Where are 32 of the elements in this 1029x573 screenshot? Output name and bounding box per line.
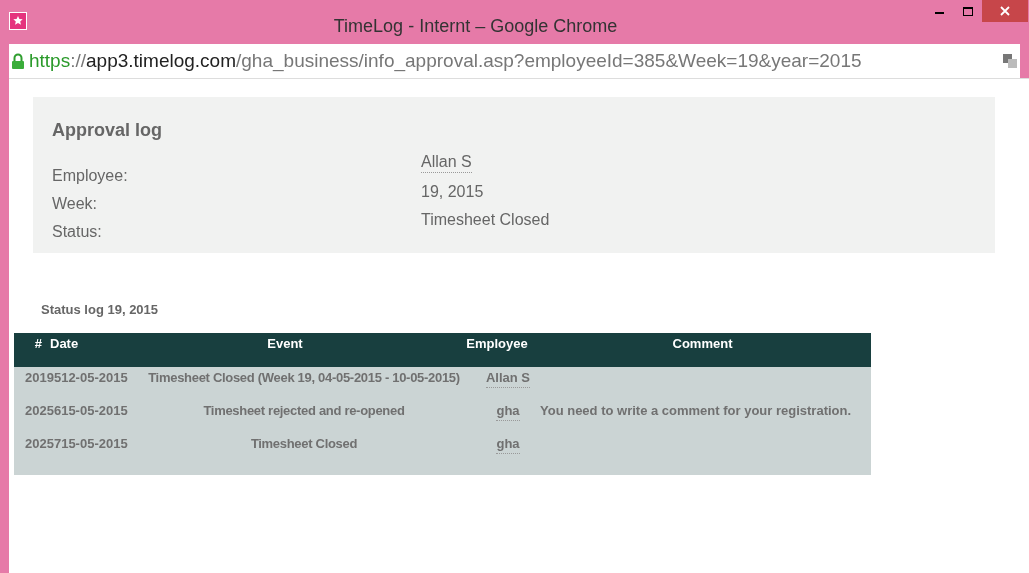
employee-link[interactable]: Allan S xyxy=(421,152,472,173)
table-cell-text: 20257 xyxy=(25,434,62,453)
column-header: # xyxy=(33,334,43,353)
table-cell-text: 15-05-2015 xyxy=(61,401,128,420)
employee-link[interactable]: gha xyxy=(496,433,520,454)
table-cell-text: Timesheet Closed (Week 19, 04-05-2015 - 10-05-2015) xyxy=(147,368,461,387)
panel-title: Approval log xyxy=(52,119,163,142)
column-header: Comment xyxy=(671,334,734,353)
column-header: Event xyxy=(266,334,304,353)
table-cell-text: You need to write a comment for your registration. xyxy=(540,401,852,420)
table-cell-text: 20256 xyxy=(25,401,62,420)
employee-link[interactable]: Allan S xyxy=(485,367,531,388)
column-header: Employee xyxy=(465,334,529,353)
status-log-title: Status log 19, 2015 xyxy=(41,301,160,319)
field-value: 19, 2015 xyxy=(421,182,484,202)
employee-link[interactable]: gha xyxy=(496,400,520,421)
table-cell-text: 12-05-2015 xyxy=(61,368,128,387)
column-header: Date xyxy=(50,334,80,353)
field-label: Employee: xyxy=(52,166,129,186)
table-cell-text: Timesheet rejected and re-opened xyxy=(202,401,406,420)
field-label: Status: xyxy=(52,222,103,242)
table-cell-text: Timesheet Closed xyxy=(249,434,359,453)
close-icon xyxy=(1000,6,1010,16)
translate-icon[interactable] xyxy=(1002,53,1018,69)
field-label: Week: xyxy=(52,194,99,214)
table-cell-text: 15-05-2015 xyxy=(61,434,128,453)
lock-icon xyxy=(11,52,25,70)
app-icon xyxy=(9,12,27,30)
table-cell-text: 20195 xyxy=(25,368,62,387)
close-button[interactable] xyxy=(982,0,1028,22)
window-title: TimeLog - Internt – Google Chrome xyxy=(332,15,619,38)
field-value: Timesheet Closed xyxy=(421,210,550,230)
